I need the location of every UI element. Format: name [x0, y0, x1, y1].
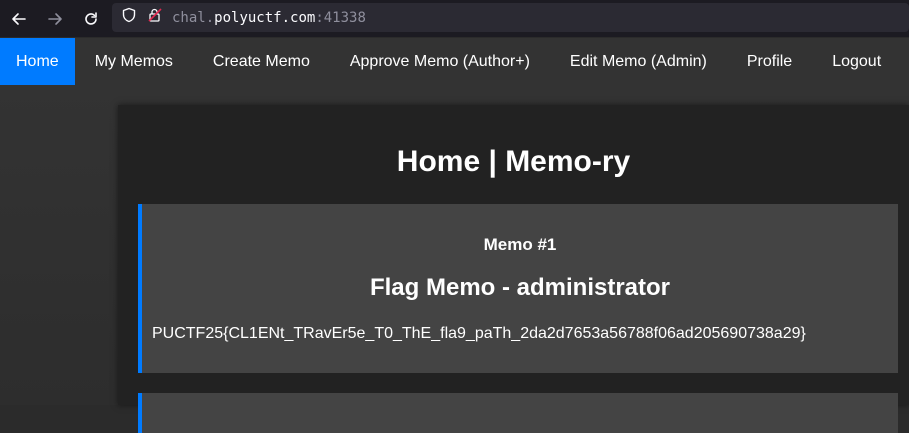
url-port: :41338 [315, 9, 366, 26]
memo-number: Memo #1 [483, 235, 557, 254]
address-bar[interactable]: chal.polyuctf.com:41338 [112, 3, 909, 32]
tracking-protection-shield-icon[interactable] [121, 7, 137, 28]
back-arrow-icon[interactable] [7, 7, 31, 31]
nav-edit-memo[interactable]: Edit Memo (Admin) [550, 38, 727, 85]
forward-arrow-icon[interactable] [43, 7, 67, 31]
memo-content: PUCTF25{CL1ENt_TRavEr5e_T0_ThE_fla9_paTh… [152, 325, 806, 342]
memo-card: Memo #1 Flag Memo - administrator PUCTF2… [138, 204, 898, 373]
browser-toolbar: chal.polyuctf.com:41338 [0, 0, 909, 37]
nav-my-memos[interactable]: My Memos [75, 38, 193, 85]
url-host: polyuctf.com [214, 9, 316, 26]
url-text: chal.polyuctf.com:41338 [172, 10, 366, 26]
main-container: Home | Memo-ry Memo #1 Flag Memo - admin… [118, 105, 909, 433]
nav-profile[interactable]: Profile [727, 38, 812, 85]
nav-approve-memo[interactable]: Approve Memo (Author+) [330, 38, 550, 85]
nav-create-memo[interactable]: Create Memo [193, 38, 330, 85]
nav-home[interactable]: Home [0, 38, 75, 85]
top-navbar: Home My Memos Create Memo Approve Memo (… [0, 38, 909, 85]
insecure-lock-icon[interactable] [147, 7, 163, 28]
memo-title: Flag Memo - administrator [369, 274, 671, 301]
page-title: Home | Memo-ry [396, 145, 631, 178]
url-prefix: chal. [172, 9, 215, 26]
memo-card-partial [138, 393, 898, 433]
nav-logout[interactable]: Logout [812, 38, 901, 85]
reload-icon[interactable] [79, 7, 103, 31]
